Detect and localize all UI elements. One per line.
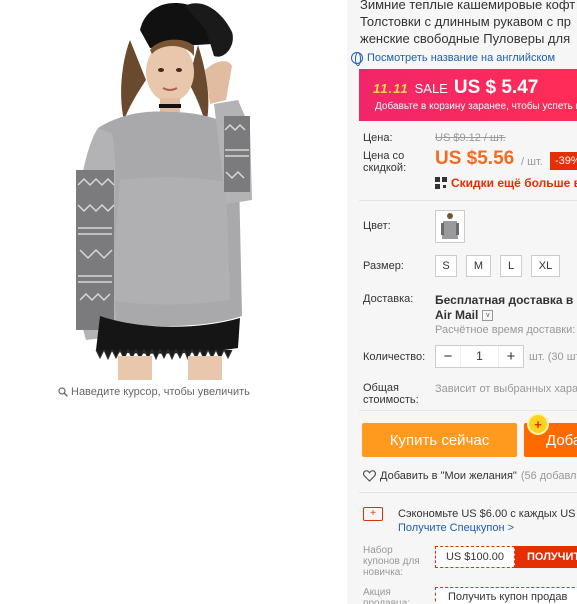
add-to-wishlist-link[interactable]: Добавить в "Мои желания" (56 добавлений [363, 470, 577, 482]
color-label: Цвет: [363, 220, 391, 232]
discount-badge: -39% [550, 152, 577, 170]
zoom-hint: Наведите курсор, чтобы увеличить [58, 386, 250, 398]
total-note: Зависит от выбранных харак [435, 383, 577, 395]
coupon-save-text: Сэкономьте US $6.00 с каждых US $6 [398, 508, 577, 520]
quantity-note: шт. (30 шт [529, 351, 577, 363]
qr-code-icon [435, 177, 447, 189]
sale-banner: 11.11 SALE US $ 5.47 Добавьте в корзину … [359, 69, 577, 121]
zoom-hint-text: Наведите курсор, чтобы увеличить [71, 386, 250, 398]
get-newbie-coupon-button[interactable]: ПОЛУЧИТ [515, 546, 577, 568]
sale-word: SALE [414, 81, 448, 96]
chevron-down-icon[interactable]: ∨ [482, 309, 494, 321]
sale-price: US $ 5.47 [453, 77, 539, 98]
quantity-input[interactable]: 1 [460, 346, 499, 367]
size-option-s[interactable]: S [435, 255, 457, 277]
size-label: Размер: [363, 260, 404, 272]
get-special-coupon-link[interactable]: Получите Спецкупон > [398, 522, 514, 534]
heart-icon [363, 470, 376, 482]
quantity-minus-button[interactable]: − [436, 346, 460, 367]
delivery-time: Расчётное время доставки: 2 [435, 324, 577, 336]
app-offer-text: Скидки ещё больше в при [451, 176, 577, 190]
buy-now-button[interactable]: Купить сейчас [362, 423, 517, 457]
shipping-label: Доставка: [363, 293, 414, 305]
coupon-icon: + [363, 507, 383, 521]
quantity-label: Количество: [363, 351, 426, 363]
sale-subtitle: Добавьте в корзину заранее, чтобы успеть… [375, 101, 577, 112]
product-gallery[interactable] [0, 0, 347, 380]
divider [359, 410, 577, 411]
app-offer-link[interactable]: Скидки ещё больше в при [435, 176, 577, 190]
size-option-xl[interactable]: XL [531, 255, 560, 277]
quantity-plus-button[interactable]: + [499, 346, 523, 367]
divider [359, 492, 577, 493]
quantity-stepper: − 1 + [435, 345, 524, 368]
magnifier-icon [58, 387, 68, 397]
divider [359, 200, 577, 201]
total-label: Общая стоимость: [363, 382, 419, 406]
product-title-line: женские свободные Пуловеры для [360, 31, 571, 46]
newbie-coupon-label: Набор купонов для новичка: [363, 545, 420, 578]
old-price: US $9.12 / шт. [435, 132, 506, 144]
size-option-l[interactable]: L [500, 255, 522, 277]
color-swatch-image [436, 211, 464, 242]
shipping-method-text: Air Mail [435, 308, 479, 322]
wishlist-text: Добавить в "Мои желания" [380, 470, 517, 482]
size-option-m[interactable]: M [466, 255, 491, 277]
discount-price-label: Цена со скидкой: [363, 150, 407, 174]
product-photo[interactable] [0, 0, 347, 380]
newbie-coupon-value: US $100.00 [435, 546, 515, 568]
product-title: Зимние теплые кашемировые кофт Толстовки… [360, 0, 577, 47]
price-label: Цена: [363, 132, 393, 144]
get-seller-coupon-button[interactable]: Получить купон продав [435, 587, 577, 604]
translate-title-text: Посмотреть название на английском [367, 52, 556, 64]
product-title-line: Толстовки с длинным рукавом с пр [360, 14, 571, 29]
globe-icon [351, 52, 363, 66]
discount-price: US $5.56 [435, 148, 515, 169]
sale-logo: 11.11 [373, 81, 409, 96]
shipping-method[interactable]: Air Mail ∨ [435, 308, 494, 322]
translate-title-link[interactable]: Посмотреть название на английском [351, 52, 556, 66]
cart-promo-badge: + [527, 413, 549, 435]
product-info-panel: Зимние теплые кашемировые кофт Толстовки… [347, 0, 577, 604]
seller-promo-label: Акция продавца: [363, 587, 411, 604]
shipping-destination: Бесплатная доставка в Rus [435, 293, 577, 307]
product-title-line: Зимние теплые кашемировые кофт [360, 0, 576, 12]
wishlist-count: (56 добавлений [520, 470, 577, 482]
price-unit: / шт. [521, 156, 543, 168]
color-swatch-gray[interactable] [435, 210, 465, 243]
